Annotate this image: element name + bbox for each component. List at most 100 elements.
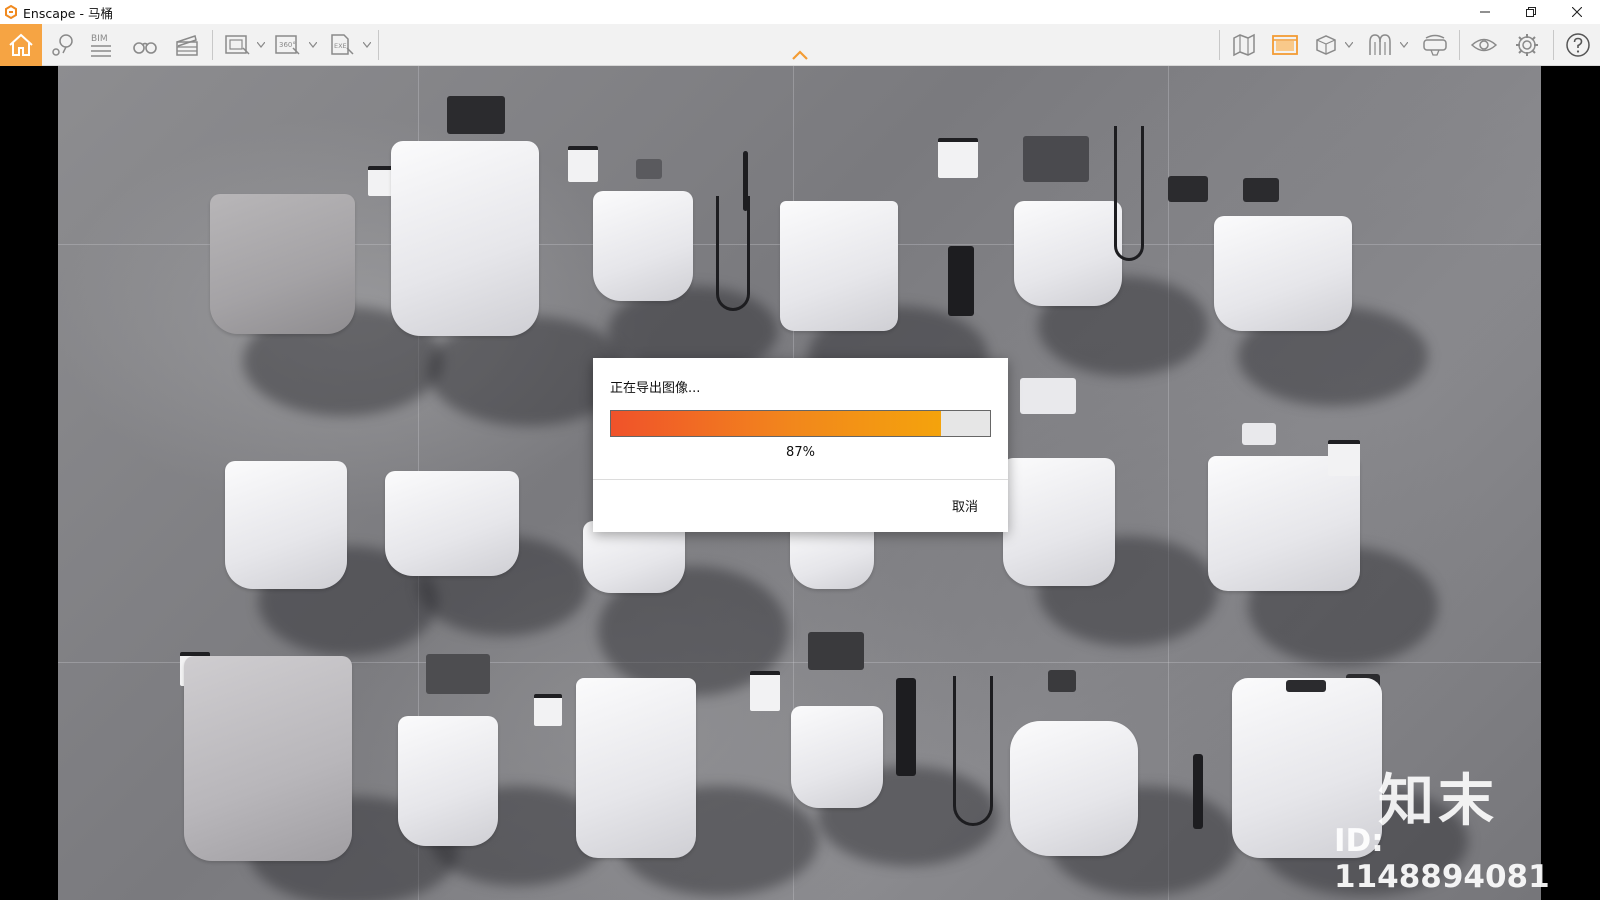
close-icon: [1572, 7, 1582, 17]
map-button[interactable]: [1229, 24, 1259, 66]
paper-holder: [568, 146, 598, 182]
material-editor-button[interactable]: [1270, 24, 1300, 66]
export-progress-bar: [610, 410, 991, 437]
toilet-control-panel: [1286, 680, 1326, 692]
asset-dropdown[interactable]: [1344, 38, 1354, 52]
minimize-icon: [1480, 11, 1490, 13]
flush-plate: [808, 632, 864, 670]
toolbar-separator: [1553, 30, 1554, 60]
clapperboard-icon: [176, 35, 198, 56]
chevron-down-icon: [1345, 42, 1353, 48]
toilet-fixture: [225, 461, 347, 589]
toilet-fixture: [1214, 216, 1352, 331]
paper-holder: [938, 138, 978, 178]
chevron-down-icon: [257, 42, 265, 48]
flush-plate: [1243, 178, 1279, 202]
paper-holder: [1168, 176, 1208, 202]
flush-plate: [1242, 423, 1276, 445]
toilet-fixture: [391, 141, 539, 336]
screenshot-button[interactable]: [222, 24, 252, 66]
toilet-fixture: [1003, 458, 1115, 586]
visual-settings-button[interactable]: [1469, 24, 1499, 66]
progress-fill: [611, 411, 941, 436]
toilet-brush: [948, 246, 974, 316]
eye-icon: [1470, 38, 1498, 52]
home-button[interactable]: [0, 24, 42, 66]
restore-button[interactable]: [1508, 0, 1554, 24]
gear-icon: [1516, 34, 1538, 56]
svg-text:EXE: EXE: [334, 42, 347, 50]
asset-library-button[interactable]: [1311, 24, 1341, 66]
toilet-fixture: [576, 678, 696, 858]
toilet-fixture: [780, 201, 898, 331]
window-controls: [1462, 0, 1600, 24]
dialog-divider: [593, 479, 1008, 480]
flush-plate: [426, 654, 490, 694]
cube-icon: [1316, 35, 1336, 55]
bim-icon: BIM: [91, 34, 111, 57]
watermark-id: ID: 1148894081: [1334, 823, 1550, 895]
map-pin-icon: [52, 34, 73, 56]
toilet-brush: [896, 678, 916, 776]
image-panel-icon: [1272, 35, 1298, 55]
arches-icon: [1369, 34, 1391, 55]
panorama-icon: 360°: [275, 35, 300, 55]
cancel-button[interactable]: 取消: [952, 496, 978, 515]
progress-percent: 87%: [786, 445, 815, 460]
toilet-fixture: [398, 716, 498, 846]
views-button[interactable]: [48, 24, 78, 66]
toolbar-separator: [378, 30, 379, 60]
home-icon: [9, 33, 33, 56]
paper-holder: [1328, 440, 1360, 476]
dialog-title: 正在导出图像...: [610, 381, 701, 396]
toolbar-separator: [1459, 30, 1460, 60]
toilet-fixture: [1014, 201, 1122, 306]
screenshot-dropdown[interactable]: [256, 38, 266, 52]
flush-plate: [636, 159, 662, 179]
toilet-brush: [1193, 754, 1203, 829]
main-toolbar: BIM 360° EXE: [0, 24, 1600, 66]
video-editor-button[interactable]: [172, 24, 202, 66]
flush-plate: [447, 96, 505, 134]
toilet-fixture: [1010, 721, 1138, 856]
title-bar: Enscape - 马桶: [0, 0, 1600, 24]
enscape-logo-icon: [5, 5, 17, 19]
toilet-fixture: [210, 194, 355, 334]
chevron-down-icon: [309, 42, 317, 48]
panorama-dropdown[interactable]: [308, 38, 318, 52]
flush-plate: [1048, 670, 1076, 692]
toolbar-separator: [212, 30, 213, 60]
vr-headset-icon: [1423, 34, 1447, 56]
shower-hose: [953, 676, 993, 826]
toolbar-separator: [1219, 30, 1220, 60]
panorama-button[interactable]: 360°: [272, 24, 302, 66]
sketch-mode-button[interactable]: [1365, 24, 1395, 66]
screenshot-icon: [225, 35, 250, 55]
settings-button[interactable]: [1512, 24, 1542, 66]
toilet-fixture: [791, 706, 883, 808]
toilet-fixture: [593, 191, 693, 301]
export-exe-button[interactable]: EXE: [326, 24, 356, 66]
window-title: Enscape - 马桶: [23, 5, 113, 21]
close-button[interactable]: [1554, 0, 1600, 24]
help-icon: [1566, 33, 1590, 57]
help-button[interactable]: [1563, 24, 1593, 66]
restore-icon: [1526, 7, 1536, 17]
export-dropdown[interactable]: [362, 38, 372, 52]
exe-export-icon: EXE: [331, 34, 354, 55]
toilet-fixture: [385, 471, 519, 576]
paper-holder: [534, 694, 562, 726]
chevron-down-icon: [363, 42, 371, 48]
minimize-button[interactable]: [1462, 0, 1508, 24]
sketch-dropdown[interactable]: [1399, 38, 1409, 52]
toilet-fixture: [184, 656, 352, 861]
collapse-toolbar-icon[interactable]: [791, 49, 809, 61]
flush-plate: [1023, 136, 1089, 182]
bidet-spray: [743, 151, 748, 211]
shower-hose: [716, 196, 750, 311]
bim-button[interactable]: BIM: [86, 24, 116, 66]
flush-plate: [1020, 378, 1076, 414]
export-progress-dialog: 正在导出图像... 87% 取消: [593, 358, 1008, 532]
vr-button[interactable]: [1420, 24, 1450, 66]
walk-mode-button[interactable]: [130, 24, 160, 66]
